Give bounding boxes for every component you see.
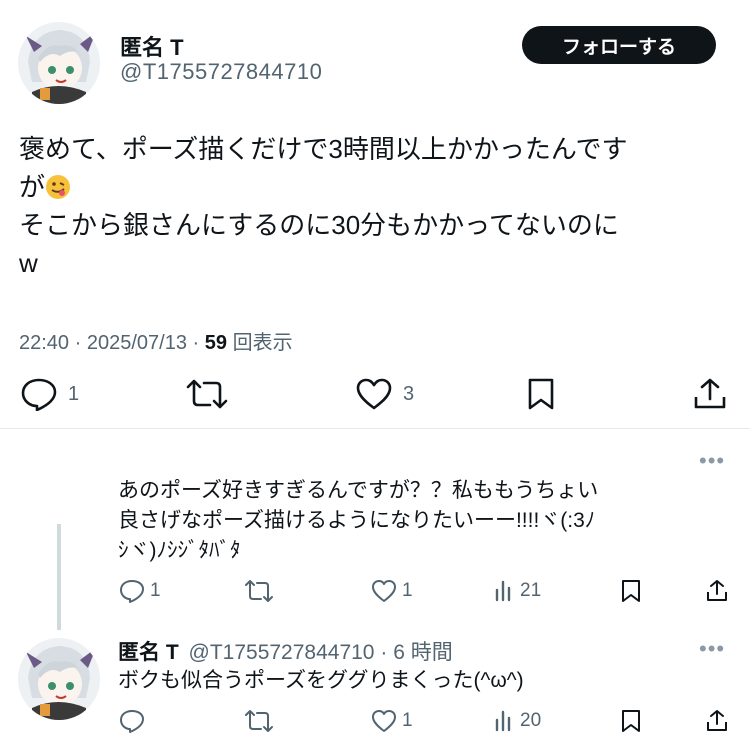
- like-icon: [372, 710, 396, 732]
- divider: [0, 428, 750, 429]
- reply-text: あのポーズ好きすぎるんですが？？私ももうちょい 良さげなポーズ描けるようになりた…: [118, 476, 728, 566]
- share-button[interactable]: [705, 578, 729, 604]
- reply-icon: [21, 378, 57, 411]
- share-icon: [694, 378, 726, 409]
- like-count: 1: [402, 710, 413, 731]
- author-avatar[interactable]: [18, 22, 100, 104]
- tweet-time[interactable]: 22:40: [19, 332, 69, 354]
- view-count: 21: [520, 580, 542, 601]
- reply-text: ボクも似合うポーズをググりまくった(^ω^): [118, 669, 524, 692]
- views-label: 回表示: [232, 332, 293, 354]
- thread-line: [57, 524, 61, 630]
- views-icon: [495, 580, 511, 602]
- author-handle[interactable]: @T1755727844710: [120, 59, 322, 85]
- reply-text-line: あのポーズ好きすぎるんですが？？私ももうちょい: [118, 479, 599, 502]
- separator: ·: [380, 641, 388, 664]
- author-name[interactable]: 匿名 T: [118, 641, 179, 664]
- bookmark-icon: [528, 378, 554, 410]
- bookmark-button[interactable]: [526, 377, 556, 411]
- reply-button[interactable]: [118, 708, 146, 734]
- more-icon: •••: [699, 448, 726, 473]
- like-button[interactable]: 3: [355, 377, 414, 411]
- share-icon: [707, 710, 727, 731]
- retweet-button[interactable]: [244, 578, 274, 604]
- tweet-date[interactable]: 2025/07/13: [87, 332, 187, 354]
- reply-count: 1: [150, 580, 161, 601]
- author-avatar[interactable]: [18, 638, 100, 720]
- share-button[interactable]: [692, 377, 728, 411]
- reply-header: 匿名 T @T1755727844710 · 6 時間: [118, 636, 453, 666]
- like-button[interactable]: 1: [370, 578, 413, 604]
- like-count: 1: [402, 580, 413, 601]
- reply-text-line: ｼヾ)ﾉｼｼﾞﾀﾊﾞﾀ: [118, 539, 241, 562]
- retweet-icon: [186, 379, 228, 409]
- retweet-button[interactable]: [244, 708, 274, 734]
- reply-button[interactable]: 1: [118, 578, 161, 604]
- tweet-text: 褒めて、ポーズ描くだけで3時間以上かかったんです が そこから銀さんにするのに3…: [19, 130, 734, 282]
- more-icon: •••: [699, 636, 726, 661]
- reply-icon: [120, 710, 144, 733]
- bookmark-icon: [622, 580, 640, 602]
- like-icon: [372, 580, 396, 602]
- reply-icon: [120, 580, 144, 603]
- retweet-button[interactable]: [186, 377, 228, 411]
- like-count: 3: [403, 382, 415, 405]
- retweet-icon: [245, 710, 273, 732]
- tweet-text-line: w: [19, 248, 38, 278]
- view-count: 20: [520, 710, 542, 731]
- reply-count: 1: [68, 382, 80, 405]
- bookmark-button[interactable]: [620, 708, 642, 734]
- tweet-meta: 22:40 · 2025/07/13 · 59 回表示: [19, 326, 293, 355]
- bookmark-button[interactable]: [620, 578, 642, 604]
- share-icon: [707, 580, 727, 601]
- separator: ·: [74, 332, 82, 354]
- author-handle[interactable]: @T1755727844710: [189, 641, 375, 664]
- views-button[interactable]: 20: [494, 708, 541, 734]
- views-icon: [495, 710, 511, 732]
- more-options-button[interactable]: •••: [699, 636, 725, 662]
- tweet-text-line: そこから銀さんにするのに30分もかかってないのに: [19, 210, 619, 240]
- like-icon: [356, 378, 392, 410]
- views-button[interactable]: 21: [494, 578, 541, 604]
- author-name[interactable]: 匿名 T: [120, 30, 184, 62]
- bookmark-icon: [622, 710, 640, 732]
- tweet-text-line: 褒めて、ポーズ描くだけで3時間以上かかったんです: [19, 134, 628, 164]
- reply-text-line: 良さげなポーズ描けるようになりたいーー!!!!ヾ(:3ﾉ: [118, 509, 596, 532]
- reply-button[interactable]: 1: [20, 377, 79, 411]
- share-button[interactable]: [705, 708, 729, 734]
- face-with-tongue-emoji: [46, 175, 71, 199]
- view-count: 59: [204, 332, 228, 354]
- reply-time[interactable]: 6 時間: [393, 641, 453, 664]
- tweet-text-line: が: [19, 168, 734, 206]
- like-button[interactable]: 1: [370, 708, 413, 734]
- more-options-button[interactable]: •••: [699, 448, 725, 474]
- follow-button[interactable]: フォローする: [522, 26, 716, 64]
- retweet-icon: [245, 580, 273, 602]
- separator: ·: [192, 332, 200, 354]
- tweet-text-fragment: が: [19, 172, 46, 202]
